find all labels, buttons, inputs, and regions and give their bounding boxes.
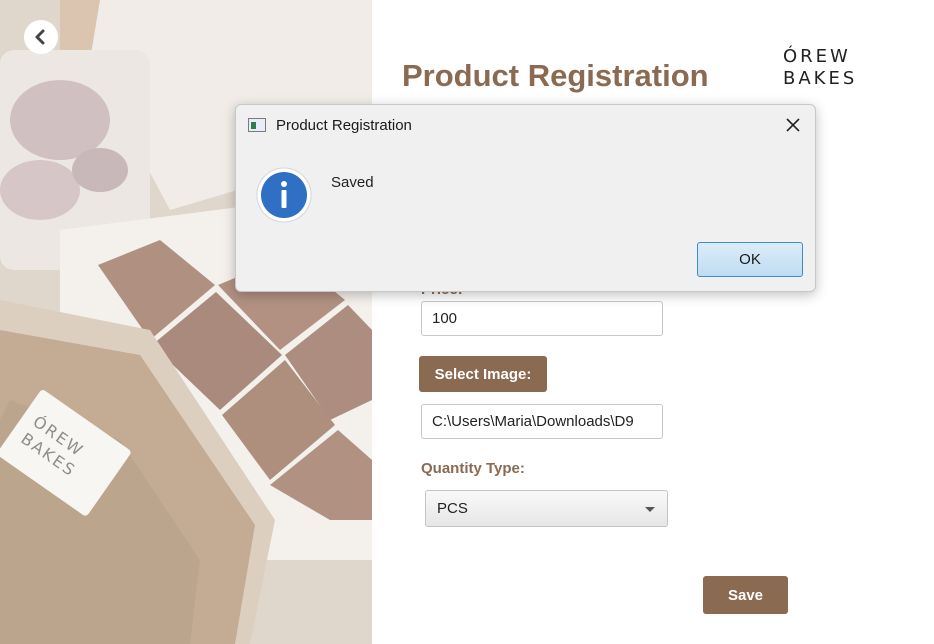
info-icon — [256, 167, 312, 223]
price-input[interactable]: 100 — [421, 301, 663, 336]
page-title: Product Registration — [402, 58, 709, 93]
dialog-message: Saved — [331, 174, 374, 191]
background-photo: ÓREW BAKES — [0, 0, 372, 644]
image-path-input[interactable]: C:\Users\Maria\Downloads\D9 — [421, 404, 663, 439]
chevron-left-icon — [35, 29, 45, 45]
quantity-type-label: Quantity Type: — [421, 460, 525, 477]
select-image-button[interactable]: Select Image: — [419, 356, 547, 392]
quantity-type-value: PCS — [437, 500, 468, 517]
close-icon[interactable] — [783, 115, 803, 135]
back-button[interactable] — [24, 20, 58, 54]
saved-dialog: Product Registration Saved OK — [235, 104, 816, 292]
logo-line1: ÓREW — [783, 46, 851, 67]
quantity-type-select[interactable]: PCS — [425, 490, 668, 527]
logo-line2: BAKES — [783, 68, 858, 89]
photo-overlay — [0, 0, 372, 644]
save-button[interactable]: Save — [703, 576, 788, 614]
dialog-title: Product Registration — [276, 117, 412, 134]
brand-logo: ÓREW BAKES — [783, 42, 883, 90]
chevron-down-icon — [645, 507, 655, 512]
ok-button[interactable]: OK — [697, 242, 803, 277]
app-window-icon — [248, 118, 266, 132]
